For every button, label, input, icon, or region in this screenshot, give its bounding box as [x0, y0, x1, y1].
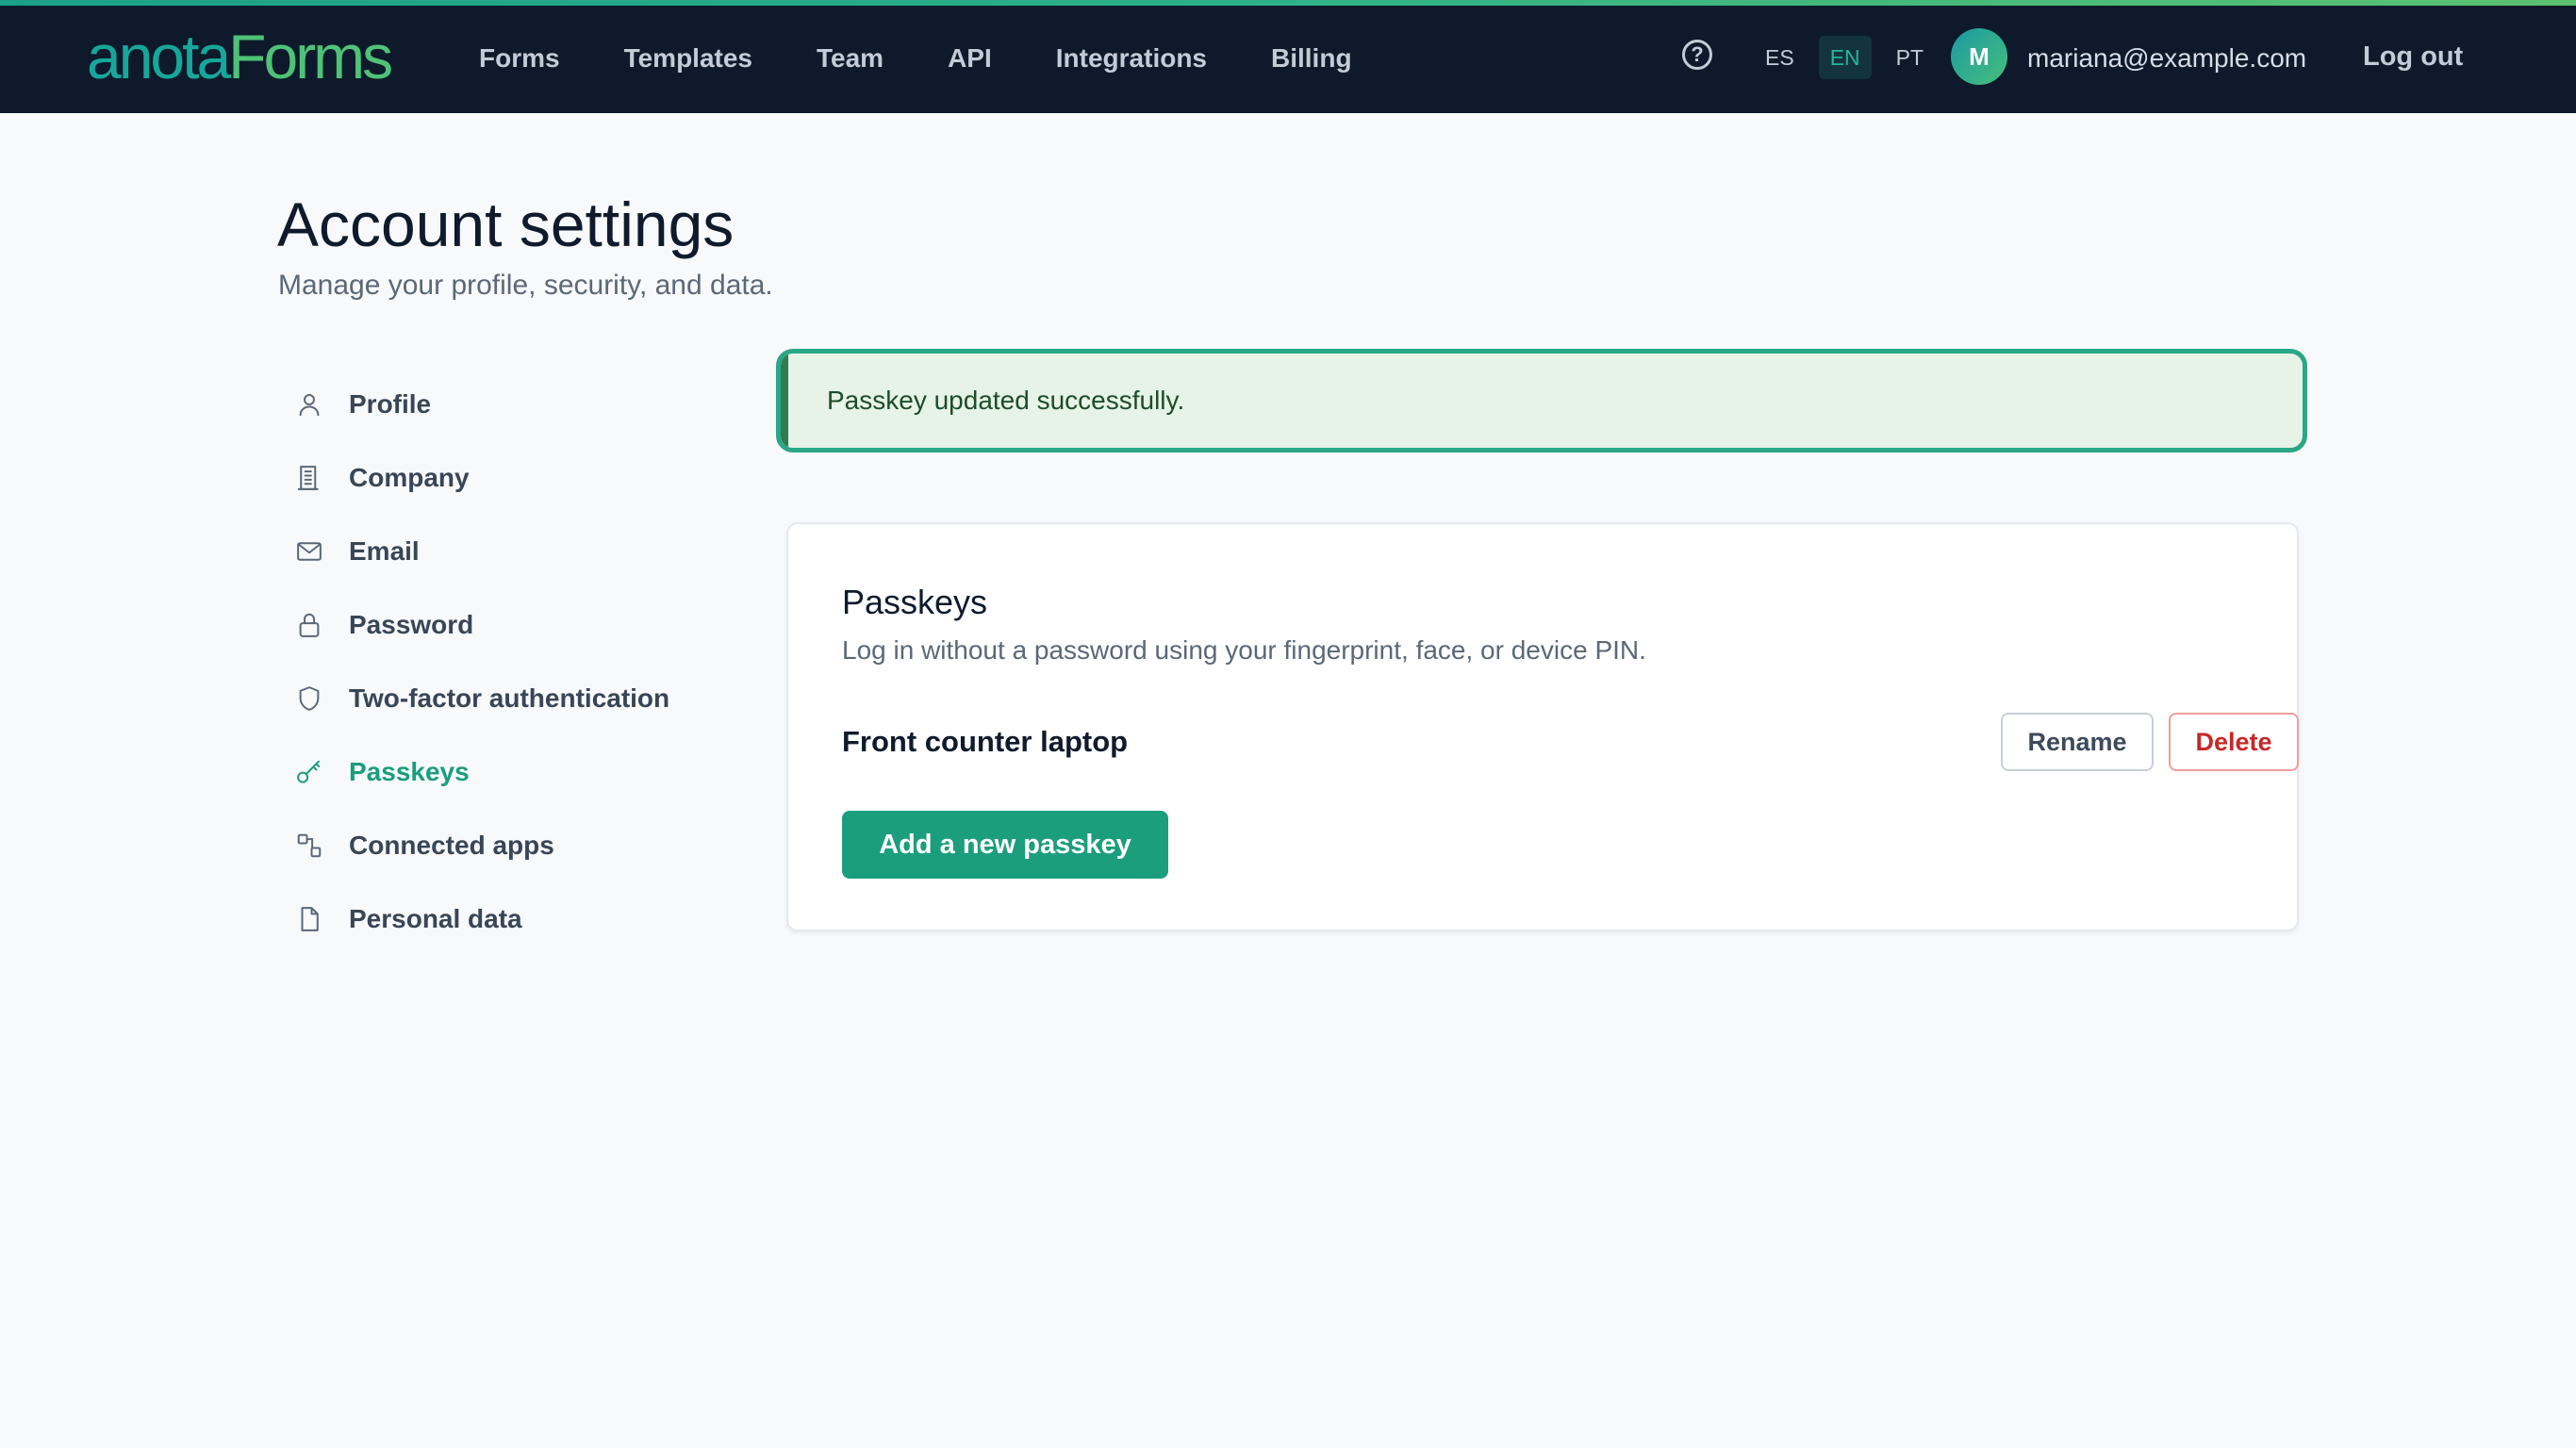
sidebar-item-two-factor[interactable]: Two-factor authentication [292, 662, 707, 735]
lang-en[interactable]: EN [1818, 36, 1872, 79]
lock-icon [292, 608, 326, 642]
main-nav: Forms Templates Team API Integrations Bi… [479, 28, 1416, 89]
sidebar-item-label: Password [349, 610, 474, 639]
sidebar-item-label: Connected apps [349, 831, 554, 860]
lang-es[interactable]: ES [1754, 36, 1806, 79]
lang-pt[interactable]: PT [1885, 36, 1935, 79]
shield-icon [292, 682, 326, 716]
sidebar-item-label: Passkeys [349, 757, 470, 786]
envelope-icon [292, 535, 326, 568]
passkeys-card: Passkeys Log in without a password using… [786, 522, 2299, 931]
card-description: Log in without a password using your fin… [842, 635, 1646, 665]
alert-message: Passkey updated successfully. [827, 386, 1185, 415]
page-subtitle: Manage your profile, security, and data. [278, 270, 773, 301]
logout-button[interactable]: Log out [2363, 36, 2463, 77]
building-icon [292, 461, 326, 495]
rename-passkey-button[interactable]: Rename [2001, 713, 2154, 771]
sidebar-item-label: Company [349, 463, 470, 492]
page-title: Account settings [277, 189, 735, 259]
user-icon [292, 387, 326, 421]
passkey-name: Front counter laptop [842, 725, 1129, 758]
sidebar-item-profile[interactable]: Profile [292, 368, 707, 441]
sidebar-item-password[interactable]: Password [292, 588, 707, 662]
sidebar-item-label: Two-factor authentication [349, 683, 670, 713]
sidebar-item-connected-apps[interactable]: Connected apps [292, 809, 707, 882]
nav-forms[interactable]: Forms [479, 43, 560, 74]
sidebar-item-company[interactable]: Company [292, 441, 707, 515]
success-alert: Passkey updated successfully. [776, 349, 2307, 452]
sidebar-item-personal-data[interactable]: Personal data [292, 882, 707, 956]
card-title: Passkeys [842, 583, 988, 621]
delete-passkey-button[interactable]: Delete [2169, 713, 2299, 771]
nav-api[interactable]: API [948, 43, 992, 74]
nav-templates[interactable]: Templates [624, 43, 752, 74]
user-email[interactable]: mariana@example.com [2027, 38, 2306, 79]
top-accent-stripe [0, 0, 2576, 6]
add-passkey-button[interactable]: Add a new passkey [842, 811, 1168, 879]
user-avatar[interactable]: M [1951, 28, 2007, 85]
logo-text-anota: anota [87, 22, 231, 91]
nav-integrations[interactable]: Integrations [1056, 43, 1207, 74]
alert-left-bar [781, 354, 788, 448]
nav-billing[interactable]: Billing [1271, 43, 1352, 74]
key-icon [292, 755, 326, 789]
passkey-row: Front counter laptop Rename Delete [842, 713, 2299, 771]
connected-apps-icon [292, 829, 326, 863]
settings-sidebar: Profile Company Email Password Two-facto… [292, 368, 707, 956]
sidebar-item-label: Profile [349, 389, 432, 419]
sidebar-item-email[interactable]: Email [292, 515, 707, 588]
app-logo[interactable]: anota Forms [87, 21, 393, 92]
top-navigation-bar: anota Forms Forms Templates Team API Inte… [0, 0, 2576, 113]
logo-text-forms: Forms [228, 22, 393, 91]
nav-team[interactable]: Team [817, 43, 883, 74]
sidebar-item-label: Email [349, 536, 420, 566]
sidebar-item-label: Personal data [349, 904, 522, 933]
file-icon [292, 902, 326, 936]
sidebar-item-passkeys[interactable]: Passkeys [292, 735, 707, 809]
help-icon[interactable]: ? [1682, 40, 1712, 70]
language-switcher: ES EN PT [1754, 36, 1948, 79]
